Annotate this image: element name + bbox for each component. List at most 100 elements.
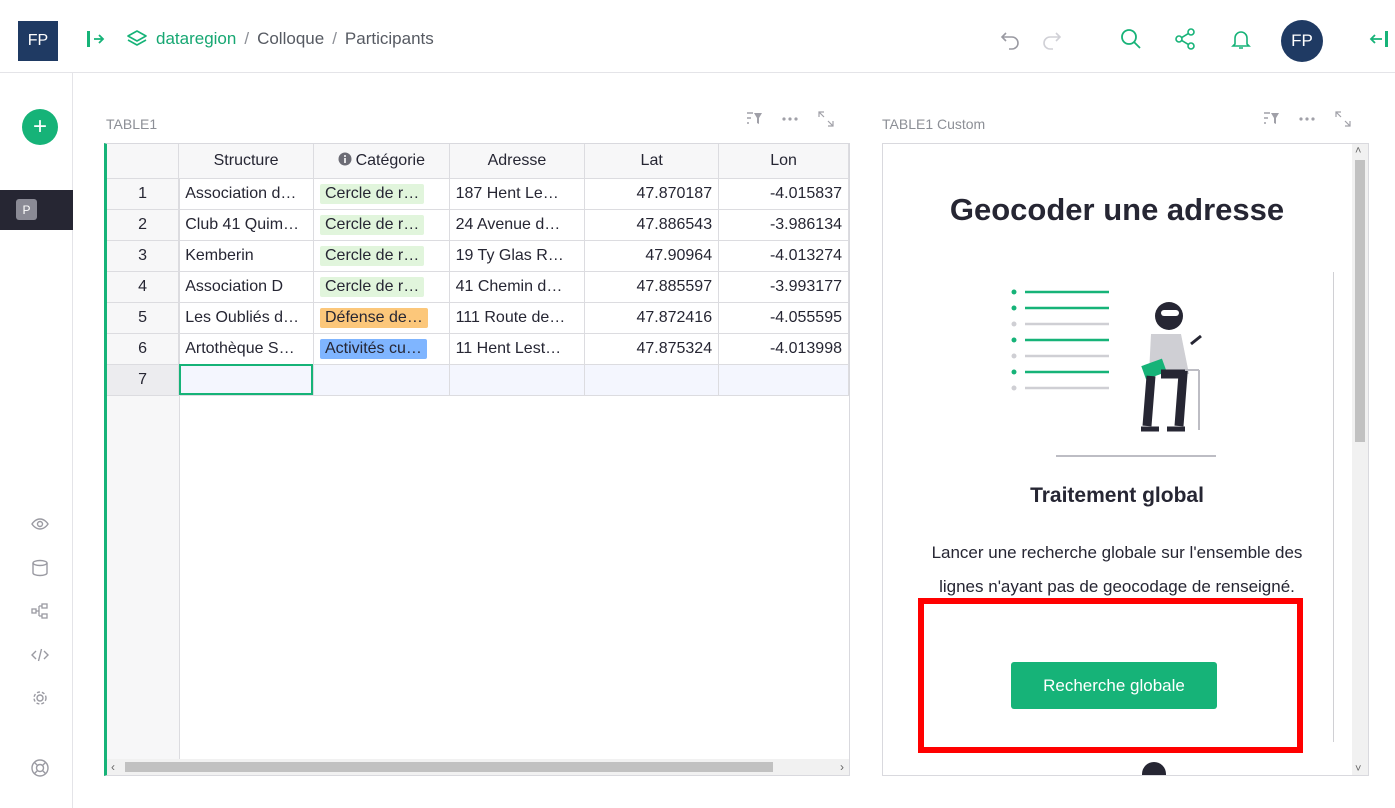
scroll-left-icon[interactable]: ‹ xyxy=(111,760,115,774)
category-chip: Cercle de r… xyxy=(319,276,425,297)
expand-panel-icon[interactable] xyxy=(86,30,106,48)
share-icon[interactable] xyxy=(1173,27,1197,51)
more-options-icon[interactable] xyxy=(1298,110,1316,128)
cell-adresse[interactable] xyxy=(449,364,586,396)
column-header-lat[interactable]: Lat xyxy=(584,144,720,179)
breadcrumb-org[interactable]: dataregion xyxy=(156,29,236,49)
table-row[interactable]: 1 Association d… Cercle de r… 187 Hent Le… 4… xyxy=(107,178,849,210)
add-new-button[interactable]: + xyxy=(22,109,58,145)
table-row[interactable]: 4 Association D Cercle de r… 41 Chemin d… 47… xyxy=(107,271,849,303)
cell-lat[interactable]: 47.872416 xyxy=(584,302,720,334)
scroll-down-icon[interactable]: ˅ xyxy=(1355,763,1361,775)
horizontal-scrollbar[interactable]: ‹ › xyxy=(107,759,849,775)
cell-adresse[interactable]: 19 Ty Glas R… xyxy=(449,240,586,272)
cell-lat[interactable]: 47.886543 xyxy=(584,209,720,241)
app-window: FP dataregion / Colloque / Participants xyxy=(0,0,1395,808)
user-avatar[interactable]: FP xyxy=(1281,20,1323,62)
category-chip: Défense de… xyxy=(319,307,428,328)
person-list-illustration-icon xyxy=(1011,289,1216,457)
eye-icon[interactable] xyxy=(30,514,50,534)
column-header-adresse[interactable]: Adresse xyxy=(449,144,586,179)
code-icon[interactable] xyxy=(30,645,50,665)
cell-lon[interactable]: -3.993177 xyxy=(718,271,849,303)
cell-lat[interactable]: 47.875324 xyxy=(584,333,720,365)
cell-categorie[interactable]: Cercle de r… xyxy=(313,240,450,272)
cell-structure[interactable]: Association D xyxy=(178,271,314,303)
cell-structure[interactable]: Les Oubliés d… xyxy=(178,302,314,334)
vertical-scrollbar[interactable]: ˄ ˅ xyxy=(1352,144,1368,775)
cell-categorie[interactable]: Cercle de r… xyxy=(313,209,450,241)
more-options-icon[interactable] xyxy=(781,110,799,128)
scrollbar-thumb[interactable] xyxy=(125,762,773,772)
column-header-categorie[interactable]: Catégorie xyxy=(313,144,450,179)
cell-lon[interactable]: -3.986134 xyxy=(718,209,849,241)
org-logo[interactable]: FP xyxy=(18,21,58,61)
row-number[interactable]: 1 xyxy=(107,178,180,210)
cell-categorie[interactable]: Cercle de r… xyxy=(313,178,450,210)
row-number[interactable]: 7 xyxy=(107,364,180,396)
table-row[interactable]: 5 Les Oubliés d… Défense de… 111 Route de… 4… xyxy=(107,302,849,334)
row-number[interactable]: 2 xyxy=(107,209,180,241)
cell-adresse[interactable]: 11 Hent Lest… xyxy=(449,333,586,365)
cell-structure[interactable]: Kemberin xyxy=(178,240,314,272)
row-number[interactable]: 4 xyxy=(107,271,180,303)
table-row[interactable]: 2 Club 41 Quim… Cercle de r… 24 Avenue d… 47… xyxy=(107,209,849,241)
settings-icon[interactable] xyxy=(30,688,50,708)
bell-icon[interactable] xyxy=(1229,27,1253,51)
row-number[interactable]: 5 xyxy=(107,302,180,334)
column-header-lon[interactable]: Lon xyxy=(718,144,849,179)
expand-icon[interactable] xyxy=(817,110,835,128)
cell-lat[interactable] xyxy=(584,364,720,396)
expand-icon[interactable] xyxy=(1334,110,1352,128)
header-row: Structure Catégorie Adresse Lat Lon xyxy=(107,144,849,179)
cell-structure[interactable]: Club 41 Quim… xyxy=(178,209,314,241)
section-title-custom[interactable]: TABLE1 Custom xyxy=(882,116,985,132)
scroll-right-icon[interactable]: › xyxy=(840,760,844,774)
new-row[interactable]: 7 xyxy=(107,364,849,396)
collapse-panel-icon[interactable] xyxy=(1366,27,1390,51)
global-search-button[interactable]: Recherche globale xyxy=(1011,662,1217,709)
cell-lon[interactable] xyxy=(718,364,849,396)
database-icon[interactable] xyxy=(30,558,50,578)
cell-lat[interactable]: 47.885597 xyxy=(584,271,720,303)
cell-structure[interactable] xyxy=(178,364,314,396)
cell-adresse[interactable]: 187 Hent Le… xyxy=(449,178,586,210)
sort-filter-icon[interactable] xyxy=(745,110,763,128)
cell-adresse[interactable]: 41 Chemin d… xyxy=(449,271,586,303)
row-number[interactable]: 3 xyxy=(107,240,180,272)
search-icon[interactable] xyxy=(1119,27,1143,51)
data-grid[interactable]: Structure Catégorie Adresse Lat Lon 1 Ass… xyxy=(104,143,850,776)
page-item-participants[interactable]: P xyxy=(0,190,73,230)
scrollbar-thumb[interactable] xyxy=(1355,160,1365,442)
info-icon xyxy=(338,152,352,166)
breadcrumb-doc[interactable]: Colloque xyxy=(257,29,324,49)
cell-categorie[interactable]: Défense de… xyxy=(313,302,450,334)
cell-adresse[interactable]: 111 Route de… xyxy=(449,302,586,334)
widgets-icon[interactable] xyxy=(30,601,50,621)
row-number[interactable]: 6 xyxy=(107,333,180,365)
redo-icon[interactable] xyxy=(1040,27,1064,51)
cell-structure[interactable]: Artothèque S… xyxy=(178,333,314,365)
cell-categorie[interactable] xyxy=(313,364,450,396)
cell-adresse[interactable]: 24 Avenue d… xyxy=(449,209,586,241)
cell-lon[interactable]: -4.013274 xyxy=(718,240,849,272)
undo-icon[interactable] xyxy=(998,27,1022,51)
column-header-structure[interactable]: Structure xyxy=(178,144,314,179)
breadcrumb-page[interactable]: Participants xyxy=(345,29,434,49)
corner-cell[interactable] xyxy=(107,144,180,179)
cell-categorie[interactable]: Cercle de r… xyxy=(313,271,450,303)
section-title-table1[interactable]: TABLE1 xyxy=(106,116,157,132)
cell-lon[interactable]: -4.015837 xyxy=(718,178,849,210)
cell-lon[interactable]: -4.055595 xyxy=(718,302,849,334)
cell-lon[interactable]: -4.013998 xyxy=(718,333,849,365)
sort-filter-icon[interactable] xyxy=(1262,110,1280,128)
cell-lat[interactable]: 47.90964 xyxy=(584,240,720,272)
cell-categorie[interactable]: Activités cu… xyxy=(313,333,450,365)
cell-structure[interactable]: Association d… xyxy=(178,178,314,210)
cell-lat[interactable]: 47.870187 xyxy=(584,178,720,210)
table-row[interactable]: 6 Artothèque S… Activités cu… 11 Hent Lest…… xyxy=(107,333,849,365)
help-lifebuoy-icon[interactable] xyxy=(30,758,50,778)
scroll-up-icon[interactable]: ˄ xyxy=(1355,145,1361,157)
widget-subheading: Traitement global xyxy=(1030,484,1204,507)
table-row[interactable]: 3 Kemberin Cercle de r… 19 Ty Glas R… 47.909… xyxy=(107,240,849,272)
